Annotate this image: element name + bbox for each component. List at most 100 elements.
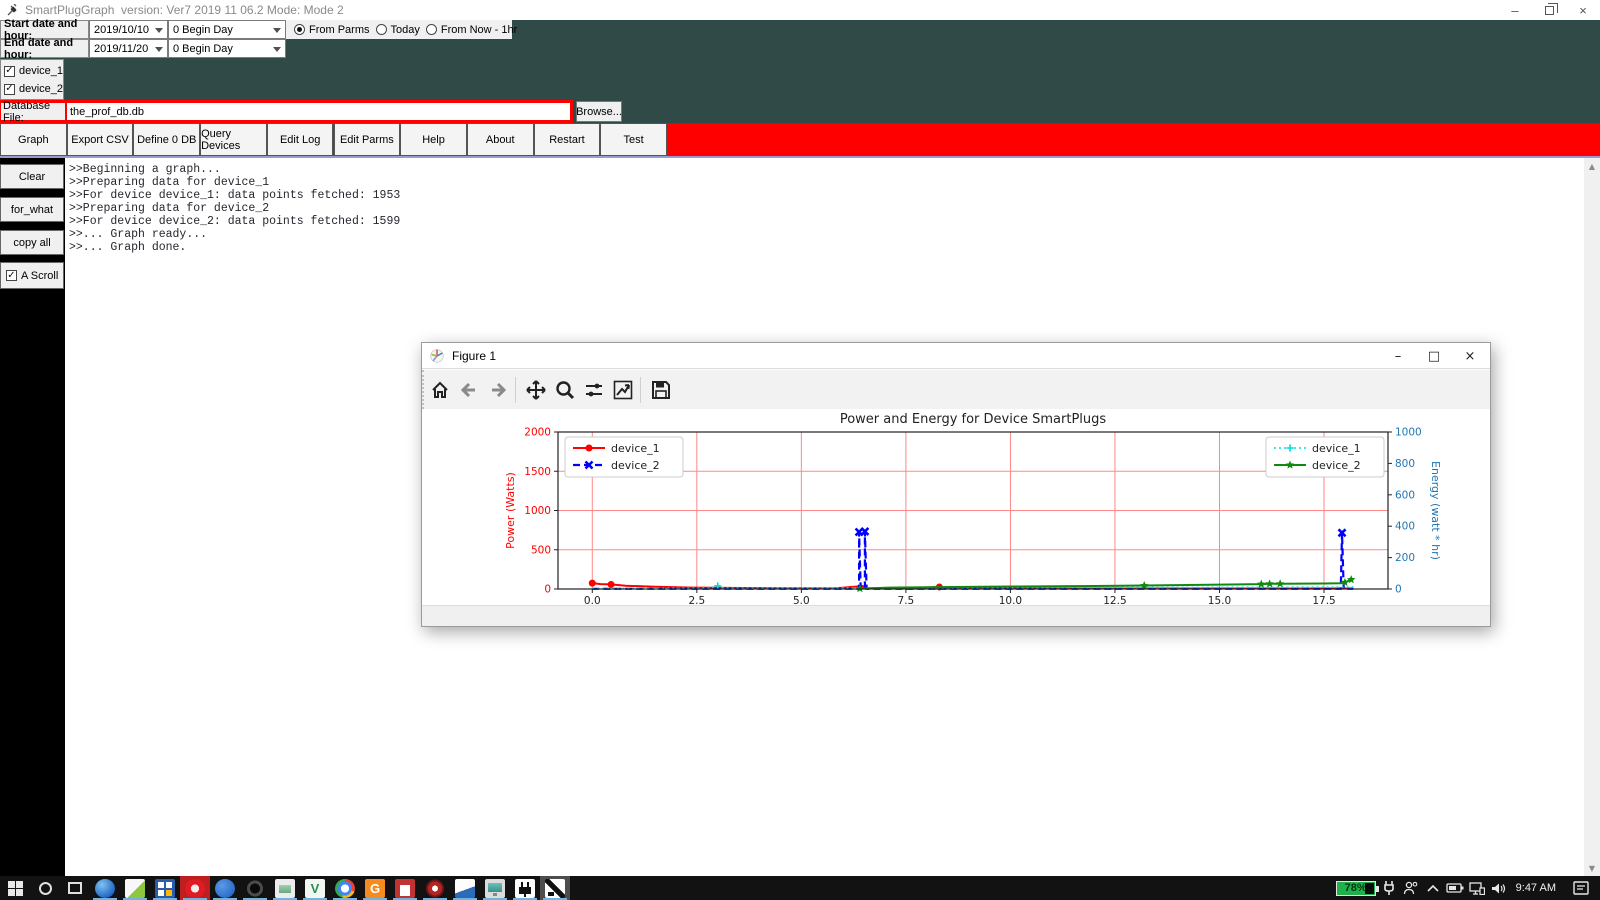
minimize-icon[interactable]: –	[1498, 0, 1532, 20]
document-editor-app-icon[interactable]	[450, 876, 480, 900]
end-hour-combobox[interactable]: 0 Begin Day	[168, 39, 286, 58]
menu-button-export-csv[interactable]: Export CSV	[67, 123, 134, 156]
app-titlebar: SmartPlugGraph version: Ver7 2019 11 06.…	[0, 0, 1600, 20]
figure-titlebar[interactable]: Figure 1 – □ ×	[422, 343, 1490, 369]
console-line: >>Beginning a graph...	[69, 163, 1584, 176]
opera-browser-icon[interactable]	[180, 876, 210, 900]
hexagon-v-app-icon-glyph: V	[305, 879, 325, 898]
dark-ring-app-icon[interactable]	[240, 876, 270, 900]
console-line: >>For device device_1: data points fetch…	[69, 189, 1584, 202]
configure-subplots-icon[interactable]	[581, 377, 607, 403]
menu-button-define-0-db[interactable]: Define 0 DB	[133, 123, 200, 156]
save-icon[interactable]	[648, 377, 674, 403]
chrome-browser-icon[interactable]	[330, 876, 360, 900]
g-app-icon[interactable]: G	[360, 876, 390, 900]
vertical-scrollbar[interactable]: ▲ ▼	[1584, 158, 1600, 876]
radio-from-parms[interactable]: From Parms	[294, 24, 370, 36]
radio-today[interactable]: Today	[376, 24, 420, 36]
figure-window[interactable]: Figure 1 – □ × 0.02.55.07.510.012.515.01…	[421, 342, 1491, 627]
globe-browser-icon[interactable]	[90, 876, 120, 900]
restore-icon[interactable]	[1532, 0, 1566, 20]
scroll-down-icon[interactable]: ▼	[1584, 860, 1600, 876]
desktop: SmartPlugGraph version: Ver7 2019 11 06.…	[0, 0, 1600, 900]
calculator-app-icon[interactable]	[150, 876, 180, 900]
browse-button[interactable]: Browse...	[576, 101, 622, 122]
checkbox-device_1[interactable]: ✓device_1	[4, 62, 63, 80]
menu-button-query-devices[interactable]: Query Devices	[200, 123, 267, 156]
taskbar: VG 78% 9:47 AM	[0, 876, 1600, 900]
chart-text: Power (Watts)	[504, 472, 517, 549]
app-plug-icon	[6, 4, 19, 17]
figure-maximize-icon[interactable]: □	[1416, 343, 1452, 369]
network-icon[interactable]	[1466, 876, 1488, 900]
figure-minimize-icon[interactable]: –	[1380, 343, 1416, 369]
notification-icon[interactable]	[1566, 876, 1596, 900]
menu-button-test[interactable]: Test	[600, 123, 667, 156]
zoom-icon[interactable]	[552, 377, 578, 403]
end-date-combobox[interactable]: 2019/11/20	[89, 39, 168, 58]
a-scroll-checkbox[interactable]: ✓A Scroll	[0, 262, 64, 289]
checkbox-label: device_2	[19, 83, 63, 95]
hexagon-v-app-icon[interactable]: V	[300, 876, 330, 900]
sidebar-button-copy-all[interactable]: copy all	[0, 230, 64, 255]
start-date-row: Start date and hour: 2019/10/10 0 Begin …	[0, 20, 1600, 39]
task-view-icon[interactable]	[60, 876, 90, 900]
chart-text: device_2	[611, 459, 660, 472]
start-button[interactable]	[0, 876, 30, 900]
search-icon[interactable]	[30, 876, 60, 900]
figure-canvas[interactable]: 0.02.55.07.510.012.515.017.5050010001500…	[422, 409, 1490, 606]
usb-plug-icon[interactable]	[1378, 876, 1400, 900]
start-hour-combobox[interactable]: 0 Begin Day	[168, 20, 286, 39]
power-energy-chart[interactable]: 0.02.55.07.510.012.515.017.5050010001500…	[422, 409, 1490, 606]
sidebar-button-clear[interactable]: Clear	[0, 164, 64, 189]
smartpluggraph-app-icon[interactable]	[540, 876, 570, 900]
radio-label: Today	[391, 24, 420, 36]
checkbox-icon: ✓	[4, 84, 15, 95]
menu-button-restart[interactable]: Restart	[534, 123, 601, 156]
notes-app-icon[interactable]	[120, 876, 150, 900]
globe-browser-icon-glyph	[95, 879, 115, 898]
battery-status-icon[interactable]	[1444, 876, 1466, 900]
database-file-input[interactable]	[67, 103, 570, 120]
checkbox-device_2[interactable]: ✓ device_2	[4, 80, 63, 98]
start-date-combobox[interactable]: 2019/10/10	[89, 20, 168, 39]
battery-indicator[interactable]: 78%	[1336, 881, 1376, 896]
back-icon[interactable]	[456, 377, 482, 403]
chart-text: 0	[544, 584, 551, 596]
taskbar-apps: VG	[90, 876, 570, 900]
mail-app-icon[interactable]	[210, 876, 240, 900]
chart-text: 400	[1395, 521, 1415, 533]
image-viewer-app-icon-glyph	[275, 879, 295, 898]
home-icon[interactable]	[427, 377, 453, 403]
radio-from-now-1hr[interactable]: From Now - 1hr	[426, 24, 517, 36]
sidebar-button-for-what[interactable]: for_what	[0, 197, 64, 222]
tray-icons	[1378, 876, 1510, 900]
menu-button-help[interactable]: Help	[400, 123, 467, 156]
image-viewer-app-icon[interactable]	[270, 876, 300, 900]
console-line: >>Preparing data for device_1	[69, 176, 1584, 189]
edit-axes-icon[interactable]	[610, 377, 636, 403]
plug-tool-app-icon[interactable]	[510, 876, 540, 900]
console-line: >>... Graph done.	[69, 241, 1584, 254]
chart-text: Power and Energy for Device SmartPlugs	[840, 412, 1107, 427]
menu-button-graph[interactable]: Graph	[0, 123, 67, 156]
clipboard-app-icon[interactable]	[390, 876, 420, 900]
display-app-icon[interactable]	[480, 876, 510, 900]
series-device_2	[592, 532, 1353, 589]
close-icon[interactable]: ×	[1566, 0, 1600, 20]
people-icon[interactable]	[1400, 876, 1422, 900]
menu-button-edit-log[interactable]: Edit Log	[267, 123, 334, 156]
marker-star	[1265, 579, 1274, 587]
menu-button-edit-parms[interactable]: Edit Parms	[334, 123, 401, 156]
figure-close-icon[interactable]: ×	[1452, 343, 1488, 369]
chart-text: 1000	[524, 505, 551, 517]
figure-title: Figure 1	[452, 349, 496, 363]
chevron-up-icon[interactable]	[1422, 876, 1444, 900]
forward-icon[interactable]	[485, 377, 511, 403]
clock[interactable]: 9:47 AM	[1510, 882, 1566, 894]
red-gear-app-icon[interactable]	[420, 876, 450, 900]
pan-icon[interactable]	[523, 377, 549, 403]
menu-button-about[interactable]: About	[467, 123, 534, 156]
volume-icon[interactable]	[1488, 876, 1510, 900]
scroll-up-icon[interactable]: ▲	[1584, 158, 1600, 174]
